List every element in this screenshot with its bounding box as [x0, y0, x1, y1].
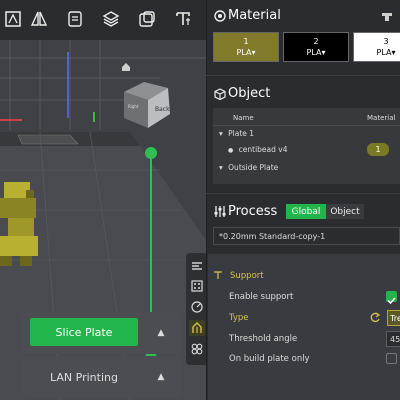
process-title: Process: [228, 204, 278, 219]
enable-support-checkbox[interactable]: [386, 291, 397, 305]
quality-tab-icon[interactable]: [189, 258, 205, 274]
filament-type: PLA: [236, 48, 252, 57]
plate-label: Plate 1: [228, 129, 255, 138]
threshold-angle-input[interactable]: 45: [386, 331, 400, 347]
dropdown-caret-icon: ▾: [321, 48, 326, 57]
enable-support-label: Enable support: [229, 292, 294, 302]
layer-slider-top-handle[interactable]: [145, 147, 157, 159]
filament-type: PLA: [376, 48, 392, 57]
filament-number: 1: [243, 37, 249, 46]
dropdown-caret-icon: ▾: [391, 48, 396, 57]
support-type-label: Type: [229, 313, 249, 323]
expand-caret-icon: ▾: [219, 163, 223, 172]
home-view-icon[interactable]: [121, 62, 131, 72]
dropdown-caret-icon: ▾: [251, 48, 256, 57]
reset-icon[interactable]: [370, 312, 381, 323]
threshold-angle-label: Threshold angle: [229, 334, 298, 344]
filament-slot-3[interactable]: 3 PLA▾: [353, 32, 400, 62]
lan-printing-button[interactable]: LAN Printing: [30, 356, 138, 398]
filament-type: PLA: [306, 48, 322, 57]
support-section-title: Support: [230, 271, 264, 281]
build-plate-only-label: On build plate only: [229, 354, 310, 364]
mirror-icon[interactable]: [26, 6, 52, 32]
object-material-badge[interactable]: 1: [367, 143, 389, 156]
print-panel: LAN Printing ▲: [22, 356, 182, 398]
tab-global[interactable]: Global: [286, 204, 326, 219]
column-header-material: Material: [367, 114, 396, 122]
text-tool-icon[interactable]: [170, 6, 196, 32]
outside-plate-label: Outside Plate: [228, 163, 279, 172]
filament-slot-2[interactable]: 2 PLA▾: [283, 32, 349, 62]
navcube-back-label: Back: [155, 106, 170, 113]
expand-caret-icon: ▾: [219, 129, 223, 138]
object-row-centibead[interactable]: ● centibead v4: [228, 145, 287, 154]
support-section-icon: [214, 271, 222, 279]
view-toolbar: [0, 0, 206, 40]
slice-plate-button[interactable]: Slice Plate: [30, 318, 138, 346]
support-tab-icon[interactable]: [189, 320, 205, 336]
3d-viewport[interactable]: Back Right Slice Plate ▲ LAN Printing ▲: [0, 0, 206, 400]
material-title: Material: [228, 8, 281, 23]
slice-panel: Slice Plate ▲: [22, 312, 182, 354]
filament-number: 3: [383, 37, 389, 46]
object-name: centibead v4: [238, 145, 288, 154]
divider: [206, 75, 400, 76]
filament-icon: [214, 10, 226, 22]
arrange-icon[interactable]: [62, 6, 88, 32]
filament-slot-1[interactable]: 1 PLA▾: [213, 32, 279, 62]
checkmark-icon: [387, 297, 396, 305]
others-tab-icon[interactable]: [189, 341, 205, 357]
auto-orient-icon[interactable]: [0, 6, 26, 32]
layers-icon[interactable]: [98, 6, 124, 32]
plate-row[interactable]: ▾ Plate 1: [219, 129, 254, 138]
column-header-name: Name: [233, 114, 254, 122]
support-type-select[interactable]: Tre: [387, 310, 400, 326]
outside-plate-row[interactable]: ▾ Outside Plate: [219, 163, 278, 172]
chevron-up-icon[interactable]: ▲: [154, 326, 168, 340]
cube-icon: [214, 88, 226, 100]
navcube-right-label: Right: [128, 104, 139, 109]
speed-tab-icon[interactable]: [189, 299, 205, 315]
divider: [206, 193, 400, 194]
divider: [213, 125, 400, 126]
navigation-cube[interactable]: Back Right: [118, 78, 180, 132]
object-title: Object: [228, 86, 271, 101]
orient-face-icon[interactable]: [134, 6, 160, 32]
sliders-icon: [214, 206, 226, 217]
strength-tab-icon[interactable]: [189, 278, 205, 294]
chevron-up-icon[interactable]: ▲: [154, 370, 168, 384]
eye-icon: ●: [228, 147, 234, 154]
sync-filament-icon[interactable]: [380, 9, 394, 23]
process-preset-select[interactable]: *0.20mm Standard-copy-1: [213, 227, 400, 245]
settings-side-tabs: [186, 253, 208, 365]
build-plate-only-checkbox[interactable]: [386, 353, 397, 364]
tab-object[interactable]: Object: [326, 204, 364, 219]
filament-number: 2: [313, 37, 319, 46]
